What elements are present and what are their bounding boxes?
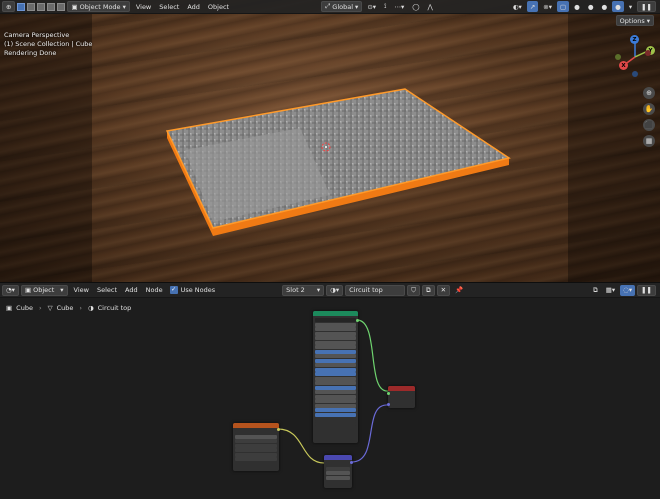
displacement-input-socket[interactable] [387,403,390,406]
editor-type-button[interactable]: ⊕ [2,1,16,12]
shading-wireframe-icon[interactable]: ● [571,1,583,12]
proportional-edit-icon[interactable]: ◯ [409,1,422,12]
viewport-header: ⊕ ▣ Object Mode ▾ View Select Add Object… [0,0,660,14]
shader-node-editor[interactable]: ◔▾ ▣ Object ▾ View Select Add Node ✓ Use… [0,283,660,499]
snap-icon[interactable]: ⟟ [381,1,389,12]
color-output-socket[interactable] [277,428,280,431]
gizmo-x-axis[interactable]: X [619,61,628,70]
camera-view-icon[interactable]: ⬛ [643,119,655,131]
xray-toggle-icon[interactable]: ▢ [556,1,570,12]
menu-select[interactable]: Select [155,3,183,11]
menu-add[interactable]: Add [183,3,204,11]
viewport-info-overlay: Camera Perspective (1) Scene Collection … [4,31,92,58]
pan-hand-icon[interactable]: ✋ [643,103,655,115]
surface-input-socket[interactable] [387,392,390,395]
select-box-mode-icon[interactable] [17,2,26,11]
gizmo-toggle-icon[interactable]: ↗ [526,1,539,12]
render-status-text: Rendering Done [4,49,57,57]
sidebar-toggle-icon[interactable]: ❚❚ [637,1,656,12]
mode-dropdown[interactable]: ▣ Object Mode ▾ [67,1,130,12]
select-intersect-icon[interactable] [57,2,66,11]
shading-solid-icon[interactable]: ● [585,1,597,12]
select-subtract-icon[interactable] [37,2,46,11]
shading-material-icon[interactable]: ● [598,1,610,12]
gizmo-neg-z[interactable] [632,71,638,77]
overlays-toggle-icon[interactable]: ⊚▾ [540,1,555,12]
options-label: Options [619,16,645,25]
viewport-editor-icon: ⊕ [6,2,12,11]
bsdf-output-socket[interactable] [356,319,359,322]
mode-label: Object Mode [79,2,121,11]
zoom-icon[interactable]: ⊕ [643,87,655,99]
displacement-output-socket[interactable] [350,461,353,464]
object-visibility-icon[interactable]: ◐▾ [510,1,525,12]
node-header [313,311,358,316]
orientation-icon: ⤢ [325,2,331,10]
view-name-text: Camera Perspective [4,31,70,39]
menu-view[interactable]: View [132,3,155,11]
gizmo-neg-y[interactable] [615,54,621,60]
options-dropdown[interactable]: Options ▾ [615,15,654,26]
material-output-node[interactable] [387,386,415,408]
circuit-board-object[interactable] [0,0,660,282]
node-header [233,423,279,428]
transform-orientation-dropdown[interactable]: ⤢ Global ▾ [321,1,363,12]
collection-object-text: (1) Scene Collection | Cube [4,40,93,48]
snap-target-icon[interactable]: ⋯▾ [391,1,407,12]
falloff-icon[interactable]: ⋀ [425,1,436,12]
gizmo-z-axis[interactable]: Z [630,35,639,44]
node-header [388,386,415,391]
gizmo-neg-x[interactable] [645,50,651,56]
chevron-down-icon: ▾ [355,2,359,11]
image-texture-node[interactable] [233,423,280,471]
displacement-node[interactable] [324,455,353,488]
object-mode-icon: ▣ [71,2,78,11]
shading-options-icon[interactable]: ▾ [626,1,635,12]
node-header [324,455,352,460]
viewport-subheader: Options ▾ [0,14,660,27]
viewport-nav-tools: ⊕ ✋ ⬛ ▦ [643,87,656,151]
chevron-down-icon: ▾ [646,16,650,25]
perspective-toggle-icon[interactable]: ▦ [643,135,655,147]
shading-rendered-icon[interactable]: ● [612,1,624,12]
menu-object[interactable]: Object [204,3,233,11]
3d-viewport[interactable]: ⊕ ▣ Object Mode ▾ View Select Add Object… [0,0,660,282]
chevron-down-icon: ▾ [122,2,126,11]
transform-orientation-label: Global [332,2,354,11]
select-extend-icon[interactable] [27,2,36,11]
pivot-icon[interactable]: ⊙▾ [364,1,379,12]
select-invert-icon[interactable] [47,2,56,11]
principled-bsdf-node[interactable] [313,311,359,443]
navigation-gizmo[interactable]: Z Y X [612,34,658,80]
